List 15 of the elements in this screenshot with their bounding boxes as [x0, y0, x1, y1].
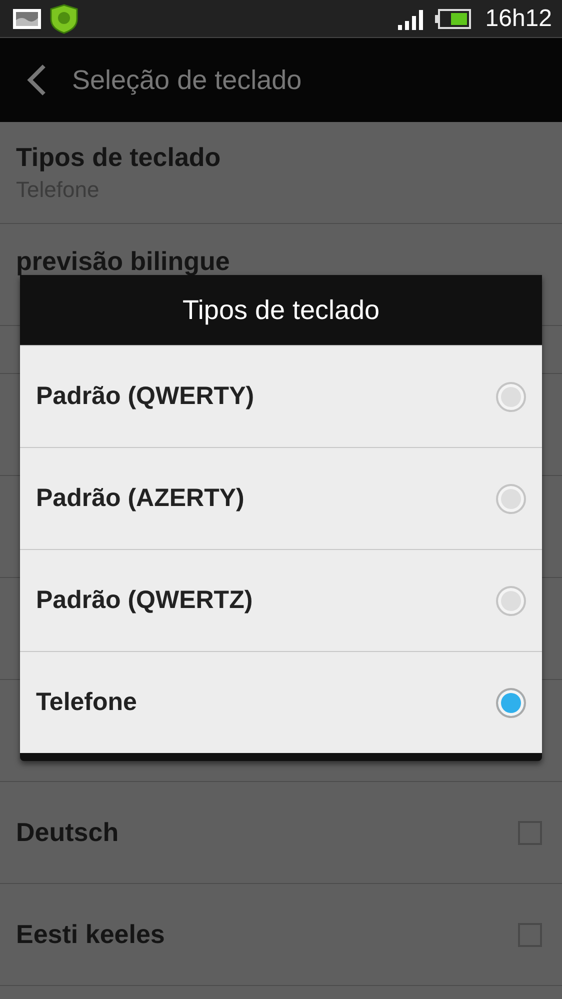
screen-title: Seleção de teclado: [72, 64, 302, 96]
radio-button[interactable]: [496, 688, 526, 718]
dialog-title: Tipos de teclado: [181, 294, 381, 327]
status-time: 16h12: [485, 4, 552, 32]
dialog-option[interactable]: Padrão (QWERTZ): [20, 549, 542, 651]
shield-icon: [50, 4, 78, 34]
back-icon[interactable]: [26, 64, 48, 96]
dialog-option[interactable]: Padrão (QWERTY): [20, 345, 542, 447]
radio-button[interactable]: [496, 484, 526, 514]
radio-button[interactable]: [496, 586, 526, 616]
dialog-option[interactable]: Padrão (AZERTY): [20, 447, 542, 549]
picture-notification-icon: [12, 8, 42, 30]
battery-icon: [435, 8, 472, 28]
radio-button[interactable]: [496, 382, 526, 412]
dialog-option[interactable]: Telefone: [20, 651, 542, 753]
